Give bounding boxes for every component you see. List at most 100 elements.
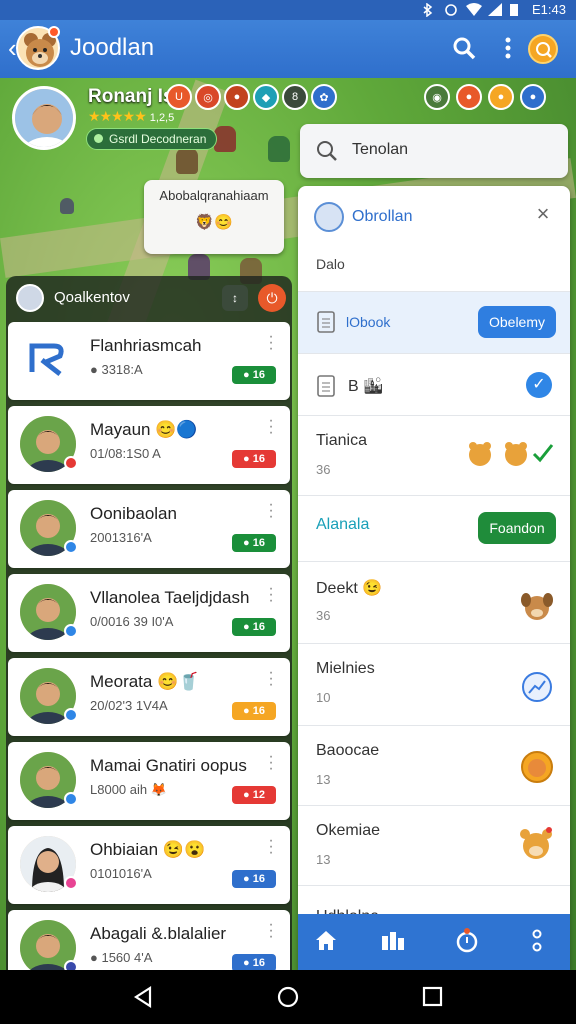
details-row-count: 36 xyxy=(316,608,331,623)
presence-dot xyxy=(64,456,78,470)
player-status-pill[interactable]: Gsrdl Decodneran xyxy=(86,128,218,150)
contact-card[interactable]: Oonibaolan 2001316'A · · · ● 16 xyxy=(8,490,290,568)
kebab-menu-icon[interactable]: · · · xyxy=(266,413,276,441)
dog-icon[interactable] xyxy=(520,590,554,629)
status-badge[interactable]: ● 16 xyxy=(232,366,276,384)
details-panel-title: Obrollan xyxy=(352,208,413,225)
presence-dot xyxy=(64,792,78,806)
notification-dot xyxy=(48,26,60,38)
status-badge[interactable]: ● 16 xyxy=(232,870,276,888)
recents-icon[interactable] xyxy=(422,986,444,1008)
details-row[interactable]: Tianica 36 xyxy=(298,416,570,496)
character-sprite xyxy=(268,136,290,162)
contact-card[interactable]: Meorata 😊🥤 20/02'3 1V4A · · · ● 16 xyxy=(8,658,290,736)
buildings-icon[interactable] xyxy=(380,928,406,954)
bear-icon[interactable] xyxy=(518,826,554,867)
contact-subtitle: L8000 aih 🦊 xyxy=(90,782,167,797)
search-input[interactable]: Tenolan xyxy=(300,124,568,178)
contact-subtitle: 01/08:1S0 A xyxy=(90,446,161,461)
action-button[interactable]: Obelemy xyxy=(478,306,556,338)
trend-icon[interactable] xyxy=(522,672,552,702)
badge-icon[interactable]: ● xyxy=(520,84,546,110)
contact-card[interactable]: Mayaun 😊🔵 01/08:1S0 A · · · ● 16 xyxy=(8,406,290,484)
kebab-menu-icon[interactable]: · · · xyxy=(266,329,276,357)
details-row[interactable]: Mielnies 10 xyxy=(298,644,570,726)
contact-name: Vllanolea Taeljdjdash xyxy=(90,588,250,607)
checkmark-icon[interactable] xyxy=(532,442,554,469)
details-row-label: Baoocae xyxy=(316,742,380,759)
coin-pet-icon[interactable] xyxy=(520,750,554,789)
kebab-menu-icon[interactable]: · · · xyxy=(266,581,276,609)
coin-icon[interactable] xyxy=(528,34,558,64)
contact-name: Mamai Gnatiri oopus xyxy=(90,756,247,775)
badge-icon[interactable]: ● xyxy=(456,84,482,110)
follow-button[interactable]: Foandon xyxy=(478,512,556,544)
back-icon[interactable] xyxy=(132,985,154,1009)
details-row[interactable]: Okemiae 13 xyxy=(298,806,570,886)
details-row-label: Okemiae xyxy=(316,822,381,839)
search-icon[interactable] xyxy=(452,36,476,60)
player-rating: ★★★★★ 1,2,5 xyxy=(88,108,174,125)
status-badge[interactable]: ● 12 xyxy=(232,786,276,804)
achievement-badges-right: ◉ ● ● ● xyxy=(424,84,546,110)
status-badge[interactable]: ● 16 xyxy=(232,702,276,720)
alarm-icon[interactable] xyxy=(454,928,480,954)
close-icon[interactable]: × xyxy=(534,203,552,225)
kebab-menu-icon[interactable]: · · · xyxy=(266,497,276,525)
pet-face-icon[interactable] xyxy=(466,440,494,473)
battery-icon xyxy=(510,3,524,16)
status-time: E1:43 xyxy=(532,2,566,17)
contact-card[interactable]: Vllanolea Taeljdjdash 0/0016 39 I0'A · · · ● … xyxy=(8,574,290,652)
status-bar: E1:43 xyxy=(0,0,576,20)
details-row[interactable]: lObook Obelemy xyxy=(298,292,570,354)
alert-icon[interactable]: ⏻ xyxy=(258,284,286,312)
check-circle-icon[interactable]: ✓ xyxy=(526,372,552,398)
contact-card[interactable]: Flanhriasmcah ● 3318:A · · · ● 16 xyxy=(8,322,290,400)
badge-icon[interactable]: ◆ xyxy=(253,84,279,110)
panel-avatar xyxy=(16,284,44,312)
badge-icon[interactable]: ✿ xyxy=(311,84,337,110)
achievement-badges: U ◎ ● ◆ 8 ✿ xyxy=(166,84,337,110)
badge-icon[interactable]: ● xyxy=(488,84,514,110)
details-row[interactable]: Deekt 😉 36 xyxy=(298,562,570,644)
contact-name: Oonibaolan xyxy=(90,504,177,523)
kebab-menu-icon[interactable]: · · · xyxy=(266,833,276,861)
player-avatar[interactable] xyxy=(12,86,76,150)
status-badge[interactable]: ● 16 xyxy=(232,618,276,636)
details-avatar xyxy=(314,202,344,232)
kebab-menu-icon[interactable]: · · · xyxy=(266,665,276,693)
status-badge[interactable]: ● 16 xyxy=(232,534,276,552)
details-row[interactable]: Baoocae 13 xyxy=(298,726,570,806)
details-row[interactable]: B 🏙 ✓ xyxy=(298,354,570,416)
expand-icon[interactable]: ↕ xyxy=(222,285,248,311)
contact-name: Ohbiaian 😉😮 xyxy=(90,840,206,859)
badge-icon[interactable]: 8 xyxy=(282,84,308,110)
document-icon xyxy=(316,310,336,339)
kebab-menu-icon[interactable]: · · · xyxy=(266,917,276,945)
badge-icon[interactable]: ● xyxy=(224,84,250,110)
contact-card[interactable]: Ohbiaian 😉😮 0101016'A · · · ● 16 xyxy=(8,826,290,904)
badge-icon[interactable]: ◉ xyxy=(424,84,450,110)
details-row-label: Alanala xyxy=(316,516,370,533)
contacts-panel-header: Qoalkentov ↕ ⏻ xyxy=(6,276,292,320)
contact-subtitle: ● 3318:A xyxy=(90,362,143,377)
contact-subtitle: ● 1560 4'A xyxy=(90,950,153,965)
badge-icon[interactable]: ◎ xyxy=(195,84,221,110)
status-badge[interactable]: ● 16 xyxy=(232,450,276,468)
more-vertical-icon[interactable] xyxy=(530,928,556,954)
alarm-icon xyxy=(444,3,458,16)
contact-card[interactable]: Mamai Gnatiri oopus L8000 aih 🦊 · · · ● 12 xyxy=(8,742,290,820)
bubble-emoji: 🦁😊 xyxy=(195,214,233,231)
character-sprite xyxy=(60,198,74,214)
contact-subtitle: 20/02'3 1V4A xyxy=(90,698,168,713)
badge-icon[interactable]: U xyxy=(166,84,192,110)
app-bar: ‹ Joodlan xyxy=(0,20,576,78)
kebab-menu-icon[interactable]: · · · xyxy=(266,749,276,777)
bottom-nav xyxy=(298,914,570,970)
details-row-label: Mielnies xyxy=(316,660,375,677)
details-row[interactable]: Alanala Foandon xyxy=(298,496,570,562)
more-vertical-icon[interactable] xyxy=(500,36,516,60)
home-icon[interactable] xyxy=(314,928,340,954)
pet-face-icon[interactable] xyxy=(502,440,530,473)
home-icon[interactable] xyxy=(277,986,299,1008)
